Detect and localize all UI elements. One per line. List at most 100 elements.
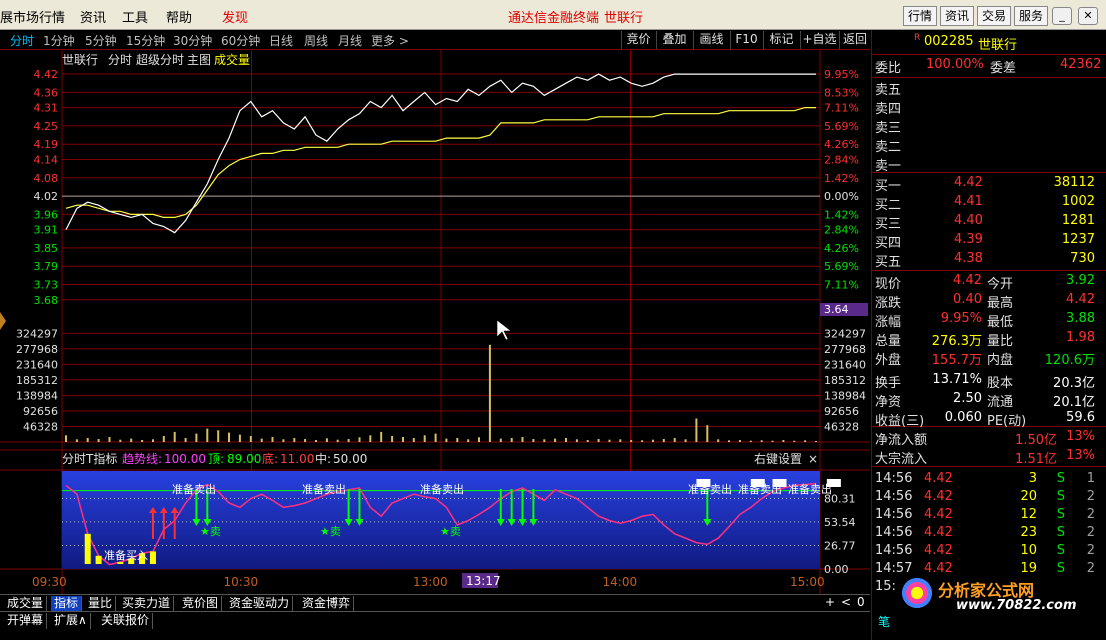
volume-tick-right: 231640 xyxy=(824,358,866,371)
tab-day[interactable]: 日线 xyxy=(269,32,293,49)
volume-bar xyxy=(586,440,589,442)
tick-price: 4.42 xyxy=(924,471,953,486)
tab-month[interactable]: 月线 xyxy=(338,32,362,49)
volume-tick-right: 277968 xyxy=(824,343,866,356)
indicator-close-icon[interactable]: × xyxy=(808,452,818,466)
bottom-tab[interactable]: 资金博弈 xyxy=(299,596,355,612)
menu-market[interactable]: 展市场行情 xyxy=(0,7,65,26)
volume-bar xyxy=(238,434,241,442)
signal-sell-label: 准备卖出 xyxy=(302,482,346,496)
back-button[interactable]: 返回 xyxy=(839,31,870,49)
tab-15min[interactable]: 15分钟 xyxy=(126,32,165,49)
add-watchlist-button[interactable]: +自选 xyxy=(800,31,838,49)
menu-help[interactable]: 帮助 xyxy=(166,7,192,26)
volume-bar xyxy=(565,438,567,442)
tab-1min[interactable]: 1分钟 xyxy=(43,32,75,49)
sell-row: 卖一 xyxy=(875,159,902,174)
price-tick: 4.31 xyxy=(34,102,59,115)
webi-value: 100.00% xyxy=(926,57,984,72)
bottom-tab[interactable]: 买卖力道 xyxy=(119,596,175,612)
bottom-tab[interactable]: 竞价图 xyxy=(179,596,223,612)
menu-news[interactable]: 资讯 xyxy=(80,7,106,26)
stat-value-2: 20.3亿 xyxy=(1053,376,1095,391)
bottom-tab[interactable]: 资金驱动力 xyxy=(226,596,294,612)
close-icon[interactable]: ✕ xyxy=(1078,7,1098,25)
f10-button[interactable]: F10 xyxy=(730,31,762,49)
indicator-param-bottom-label: 底: xyxy=(262,451,278,466)
news-button[interactable]: 资讯 xyxy=(940,6,974,26)
volume-tick-right: 92656 xyxy=(824,405,859,418)
price-tick: 4.25 xyxy=(34,120,59,133)
signal-sell-label: 准备卖出 xyxy=(420,482,464,496)
volume-bar xyxy=(782,440,785,442)
time-tick: 10:30 xyxy=(224,575,259,589)
volume-bar xyxy=(543,439,546,442)
volume-bar xyxy=(184,438,187,442)
tab-30min[interactable]: 30分钟 xyxy=(173,32,212,49)
pct-tick: 5.69% xyxy=(824,120,859,133)
price-tick: 4.02 xyxy=(34,190,59,203)
tab-week[interactable]: 周线 xyxy=(304,32,328,49)
signal-sell-label: 准备卖出 xyxy=(688,482,732,496)
volume-bar xyxy=(771,440,774,442)
volume-tick: 138984 xyxy=(16,389,58,402)
indicator-tick: 0.00 xyxy=(824,563,849,576)
volume-bar xyxy=(695,418,698,442)
volume-bar xyxy=(141,440,144,442)
bottom-tab[interactable]: 扩展∧ xyxy=(51,613,91,629)
auction-button[interactable]: 竞价 xyxy=(621,31,655,49)
mark-button[interactable]: 标记 xyxy=(763,31,799,49)
bottom-tab[interactable]: 开弹幕 xyxy=(4,613,48,629)
volume-bar xyxy=(423,435,426,442)
tab-5min[interactable]: 5分钟 xyxy=(85,32,117,49)
add-pane-button[interactable]: + xyxy=(822,595,838,611)
trade-button[interactable]: 交易 xyxy=(977,6,1011,26)
volume-bar xyxy=(293,438,296,442)
stat-value-2: 120.6万 xyxy=(1044,353,1095,368)
menu-discover[interactable]: 发现 xyxy=(222,7,248,26)
quote-button[interactable]: 行情 xyxy=(903,6,937,26)
tick-volume: 12 xyxy=(1020,507,1037,522)
bottom-glyph[interactable]: 笔 xyxy=(878,613,890,630)
stat-value-2: 3.88 xyxy=(1066,311,1095,326)
bottom-tab[interactable]: 关联报价 xyxy=(98,613,154,629)
tick-count: 2 xyxy=(1086,525,1095,540)
menu-tools[interactable]: 工具 xyxy=(122,7,148,26)
pct-tick: 1.42% xyxy=(824,172,859,185)
signal-sell-label: 准备卖出 xyxy=(172,482,216,496)
volume-bar xyxy=(510,438,513,442)
pct-tick: 1.42% xyxy=(824,208,859,221)
tab-more[interactable]: 更多 > xyxy=(371,32,409,49)
overlay-button[interactable]: 叠加 xyxy=(656,31,692,49)
pct-tick: 4.26% xyxy=(824,242,859,255)
volume-bar xyxy=(706,425,709,442)
indicator-settings-link[interactable]: 右键设置 xyxy=(754,451,802,466)
tab-timeshare[interactable]: 分时 xyxy=(10,32,34,49)
service-button[interactable]: 服务 xyxy=(1014,6,1048,26)
buy-zone-bar xyxy=(84,533,91,564)
volume-bar xyxy=(369,435,372,442)
volume-bar xyxy=(804,440,807,442)
tick-row: 14:56 4.42 3 S 1 xyxy=(875,471,1095,486)
prev-pane-button[interactable]: < xyxy=(838,595,854,611)
stat-value-2: 59.6 xyxy=(1066,410,1095,425)
draw-button[interactable]: 画线 xyxy=(693,31,729,49)
buy-volume: 1281 xyxy=(1061,213,1095,228)
tick-count: 2 xyxy=(1086,561,1095,576)
bottom-tab[interactable]: 成交量 xyxy=(4,596,48,612)
signal-sell-star: ★卖 xyxy=(440,525,461,538)
price-tick: 3.91 xyxy=(34,224,59,237)
tab-60min[interactable]: 60分钟 xyxy=(221,32,260,49)
timeshare-chart[interactable]: 4.42 4.36 4.31 4.25 4.19 4.14 4.08 4.02 3.96 3.91… xyxy=(0,50,870,595)
buy-volume: 38112 xyxy=(1053,175,1095,190)
bottom-tab[interactable]: 指标 xyxy=(51,596,83,612)
volume-bar xyxy=(717,439,720,442)
tick-volume: 3 xyxy=(1028,471,1037,486)
bottom-tab[interactable]: 量比 xyxy=(85,596,117,612)
tick-volume: 23 xyxy=(1020,525,1037,540)
stat-value-2: 20.1亿 xyxy=(1053,395,1095,410)
chart-label-main: 主图 xyxy=(187,53,211,67)
volume-bar xyxy=(641,440,644,442)
stat-value: 276.3万 xyxy=(931,334,982,349)
minimize-icon[interactable]: _ xyxy=(1052,7,1072,25)
